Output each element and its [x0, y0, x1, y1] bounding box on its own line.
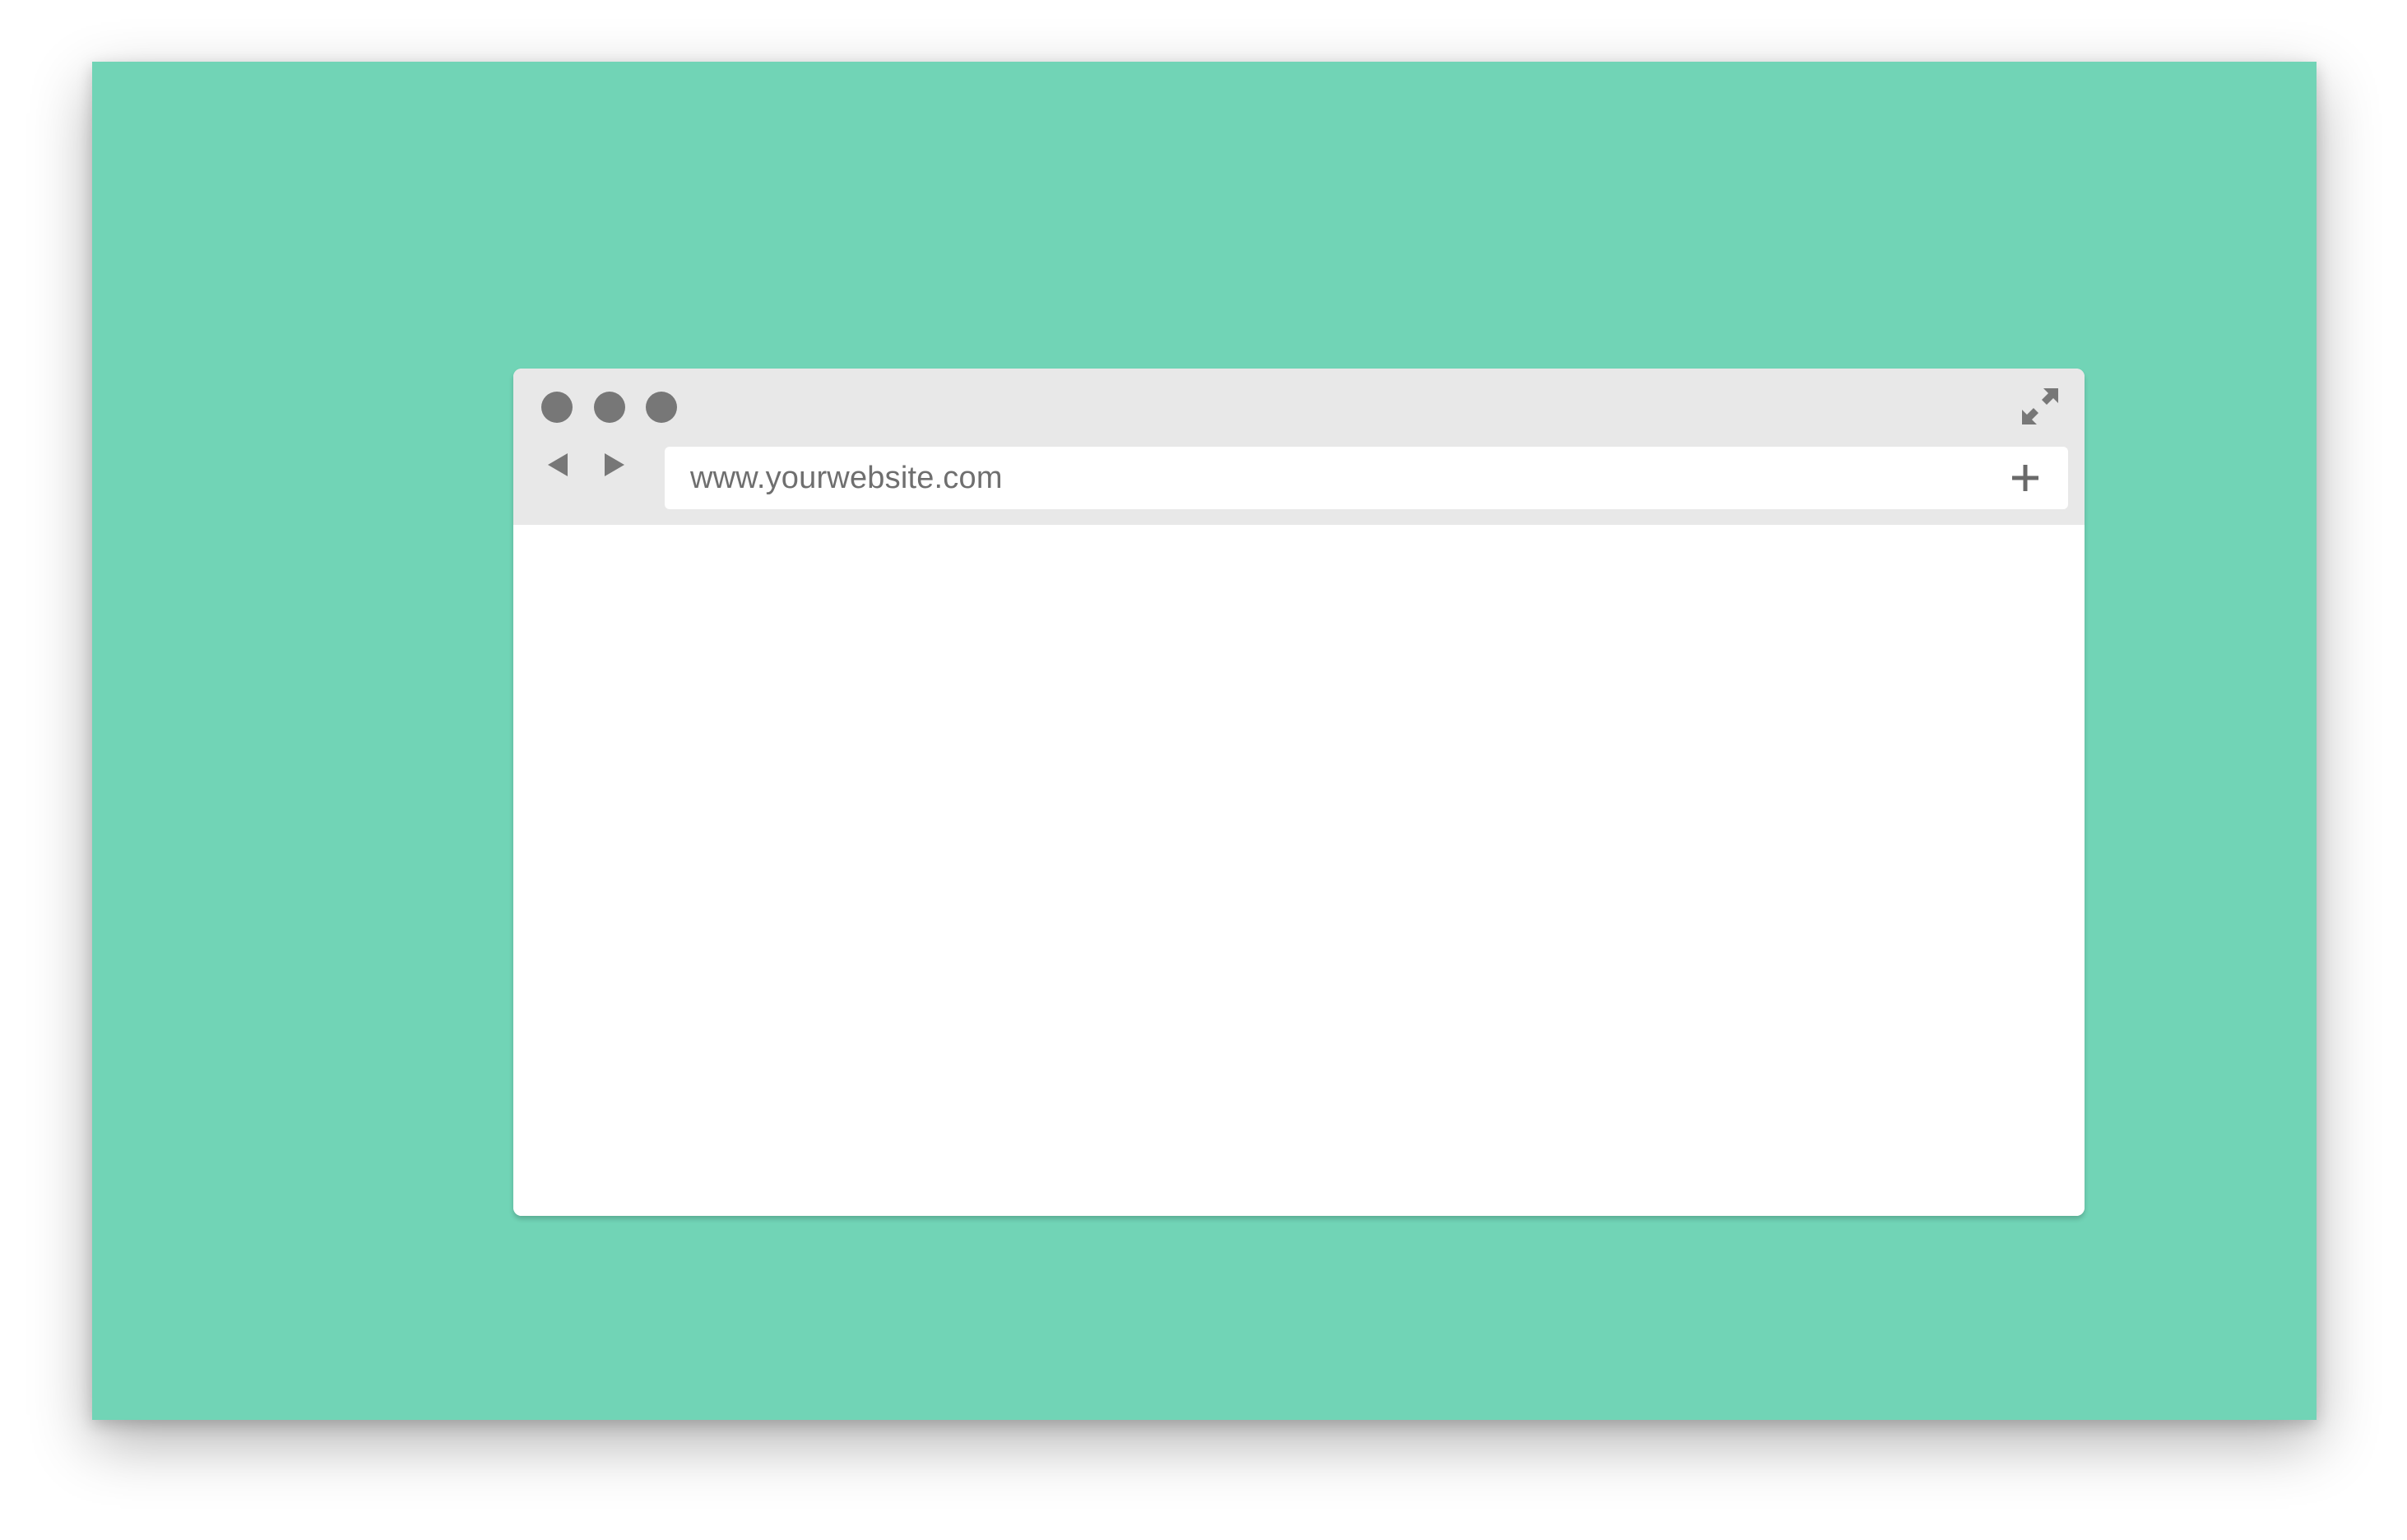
forward-arrow-icon[interactable]: [600, 451, 629, 479]
browser-window-mockup: www.yourwebsite.com: [513, 369, 2085, 1216]
address-bar[interactable]: www.yourwebsite.com: [665, 447, 2068, 509]
address-url-text: www.yourwebsite.com: [690, 461, 1003, 495]
browser-content-area: [513, 525, 2085, 1216]
window-zoom-button[interactable]: [646, 392, 677, 423]
window-close-button[interactable]: [541, 392, 573, 423]
page: www.yourwebsite.com: [0, 0, 2407, 1540]
plus-icon[interactable]: [2010, 463, 2040, 493]
teal-background-canvas: www.yourwebsite.com: [92, 62, 2317, 1420]
browser-toolbar: www.yourwebsite.com: [513, 369, 2085, 525]
expand-arrows-icon[interactable]: [2019, 385, 2061, 428]
window-minimize-button[interactable]: [594, 392, 625, 423]
back-arrow-icon[interactable]: [543, 451, 573, 479]
